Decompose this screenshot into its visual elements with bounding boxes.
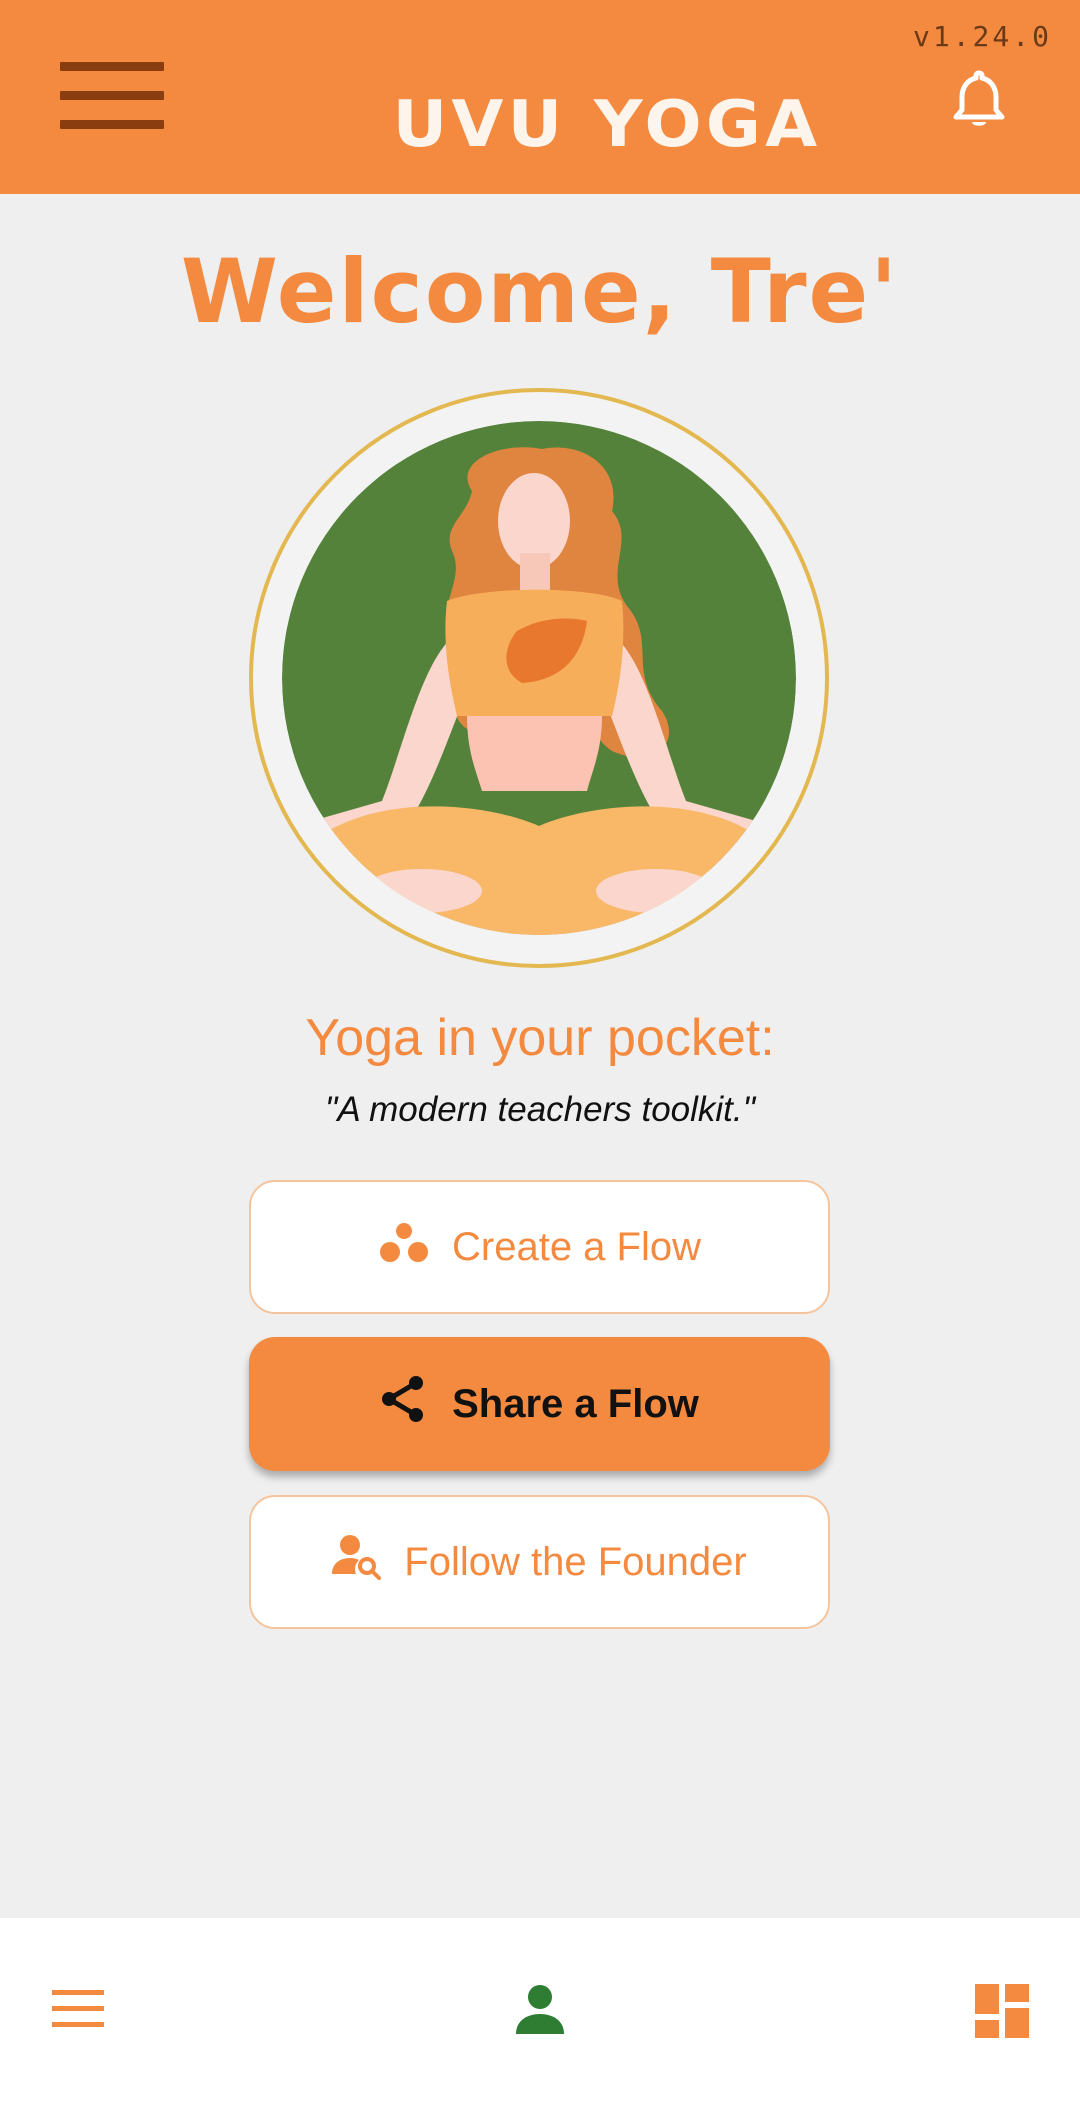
create-flow-label: Create a Flow	[452, 1224, 701, 1269]
app-logo: UVU YOGA	[392, 88, 822, 162]
menu-bar	[60, 62, 164, 71]
menu-bar	[52, 2022, 104, 2027]
menu-bar	[60, 91, 164, 100]
menu-bar	[60, 120, 164, 129]
follow-founder-button[interactable]: Follow the Founder	[249, 1495, 830, 1629]
subtagline: "A modern teachers toolkit."	[324, 1090, 756, 1129]
follow-founder-label: Follow the Founder	[404, 1539, 747, 1584]
nav-dashboard-icon[interactable]	[975, 1984, 1029, 2038]
person-search-icon	[332, 1534, 382, 1590]
menu-bar	[52, 1990, 104, 1995]
menu-bar	[52, 2006, 104, 2011]
tagline: Yoga in your pocket:	[305, 1009, 775, 1067]
share-icon	[380, 1374, 426, 1434]
dots-icon	[378, 1219, 430, 1275]
share-flow-label: Share a Flow	[452, 1381, 699, 1426]
bottom-navigation	[0, 1918, 1080, 2106]
notifications-bell-icon[interactable]	[950, 68, 1008, 130]
welcome-heading: Welcome, Tre'	[180, 240, 900, 343]
nav-person-icon[interactable]	[514, 1984, 566, 2036]
nav-menu-icon[interactable]	[52, 1990, 104, 2028]
version-label: v1.24.0	[912, 20, 1052, 53]
share-flow-button[interactable]: Share a Flow	[249, 1337, 830, 1471]
yoga-avatar-image	[282, 421, 796, 935]
hamburger-menu-button[interactable]	[60, 62, 164, 134]
create-flow-button[interactable]: Create a Flow	[249, 1180, 830, 1314]
app-bar: UVU YOGA v1.24.0	[0, 0, 1080, 194]
